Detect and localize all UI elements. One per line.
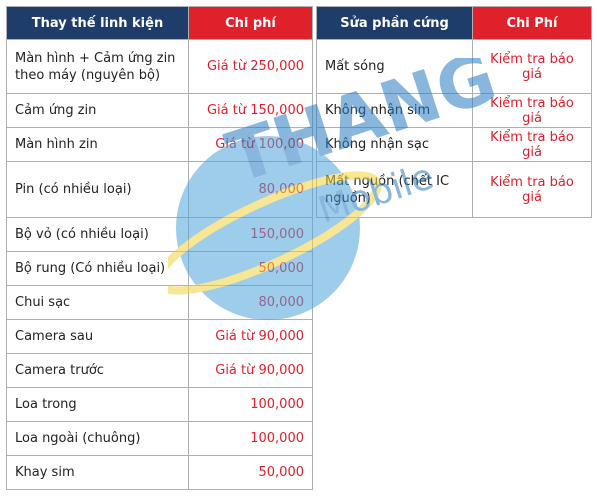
table-row: Camera trước Giá từ 90,000 [6,353,313,388]
repair-price: Kiểm tra báo giá [472,39,592,94]
part-name: Loa ngoài (chuông) [6,421,189,456]
table-row: Khay sim 50,000 [6,455,313,490]
table-row: Chui sạc 80,000 [6,285,313,320]
table-header-row: Thay thế linh kiện Chi phí [6,6,313,40]
table-header-row: Sửa phần cứng Chi Phí [316,6,592,40]
repair-name: Không nhận sạc [316,127,473,162]
part-name: Bộ rung (Có nhiều loại) [6,251,189,286]
repair-price: Kiểm tra báo giá [472,161,592,218]
part-price: 80,000 [188,161,313,218]
header-cost: Chi Phí [472,6,592,40]
part-price: Giá từ 90,000 [188,319,313,354]
table-row: Mất nguồn (chết IC nguồn) Kiểm tra báo g… [316,161,592,218]
part-price: 50,000 [188,251,313,286]
part-name: Camera trước [6,353,189,388]
table-row: Pin (có nhiều loại) 80,000 [6,161,313,218]
part-price: 80,000 [188,285,313,320]
repair-price: Kiểm tra báo giá [472,127,592,162]
part-price: 50,000 [188,455,313,490]
part-name: Loa trong [6,387,189,422]
repair-name: Mất sóng [316,39,473,94]
table-row: Camera sau Giá từ 90,000 [6,319,313,354]
table-row: Màn hình + Cảm ứng zin theo máy (nguyên … [6,39,313,94]
table-row: Bộ rung (Có nhiều loại) 50,000 [6,251,313,286]
part-name: Khay sim [6,455,189,490]
hardware-repair-table: Sửa phần cứng Chi Phí Mất sóng Kiểm tra … [316,6,592,218]
part-price: Giá từ 100,00 [188,127,313,162]
part-price: Giá từ 150,000 [188,93,313,128]
table-row: Không nhận sim Kiểm tra báo giá [316,93,592,128]
table-row: Không nhận sạc Kiểm tra báo giá [316,127,592,162]
table-row: Cảm ứng zin Giá từ 150,000 [6,93,313,128]
part-name: Cảm ứng zin [6,93,189,128]
part-name: Chui sạc [6,285,189,320]
header-part: Thay thế linh kiện [6,6,189,40]
repair-price: Kiểm tra báo giá [472,93,592,128]
repair-parts-table: Thay thế linh kiện Chi phí Màn hình + Cả… [6,6,313,490]
repair-name: Mất nguồn (chết IC nguồn) [316,161,473,218]
repair-name: Không nhận sim [316,93,473,128]
header-hardware: Sửa phần cứng [316,6,473,40]
header-cost: Chi phí [188,6,313,40]
part-name: Bộ vỏ (có nhiều loại) [6,217,189,252]
part-name: Pin (có nhiều loại) [6,161,189,218]
part-price: 100,000 [188,421,313,456]
part-name: Camera sau [6,319,189,354]
table-row: Mất sóng Kiểm tra báo giá [316,39,592,94]
part-price: Giá từ 250,000 [188,39,313,94]
part-price: 150,000 [188,217,313,252]
part-name: Màn hình zin [6,127,189,162]
table-row: Bộ vỏ (có nhiều loại) 150,000 [6,217,313,252]
part-name: Màn hình + Cảm ứng zin theo máy (nguyên … [6,39,189,94]
part-price: 100,000 [188,387,313,422]
table-row: Màn hình zin Giá từ 100,00 [6,127,313,162]
table-row: Loa ngoài (chuông) 100,000 [6,421,313,456]
part-price: Giá từ 90,000 [188,353,313,388]
table-row: Loa trong 100,000 [6,387,313,422]
